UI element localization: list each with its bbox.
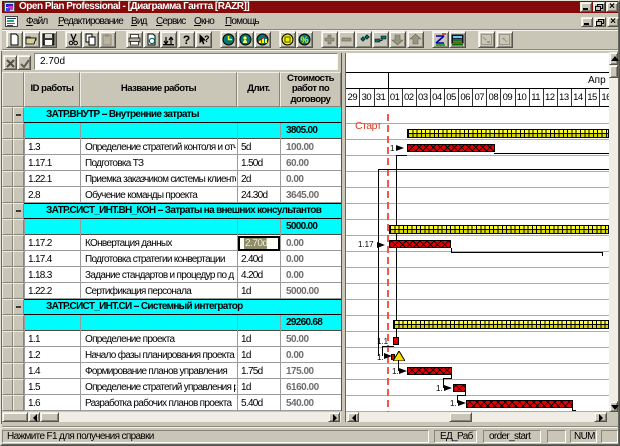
svg-text:?: ? (182, 33, 189, 46)
svg-text:%: % (301, 35, 309, 45)
svg-text:?: ? (204, 34, 210, 44)
